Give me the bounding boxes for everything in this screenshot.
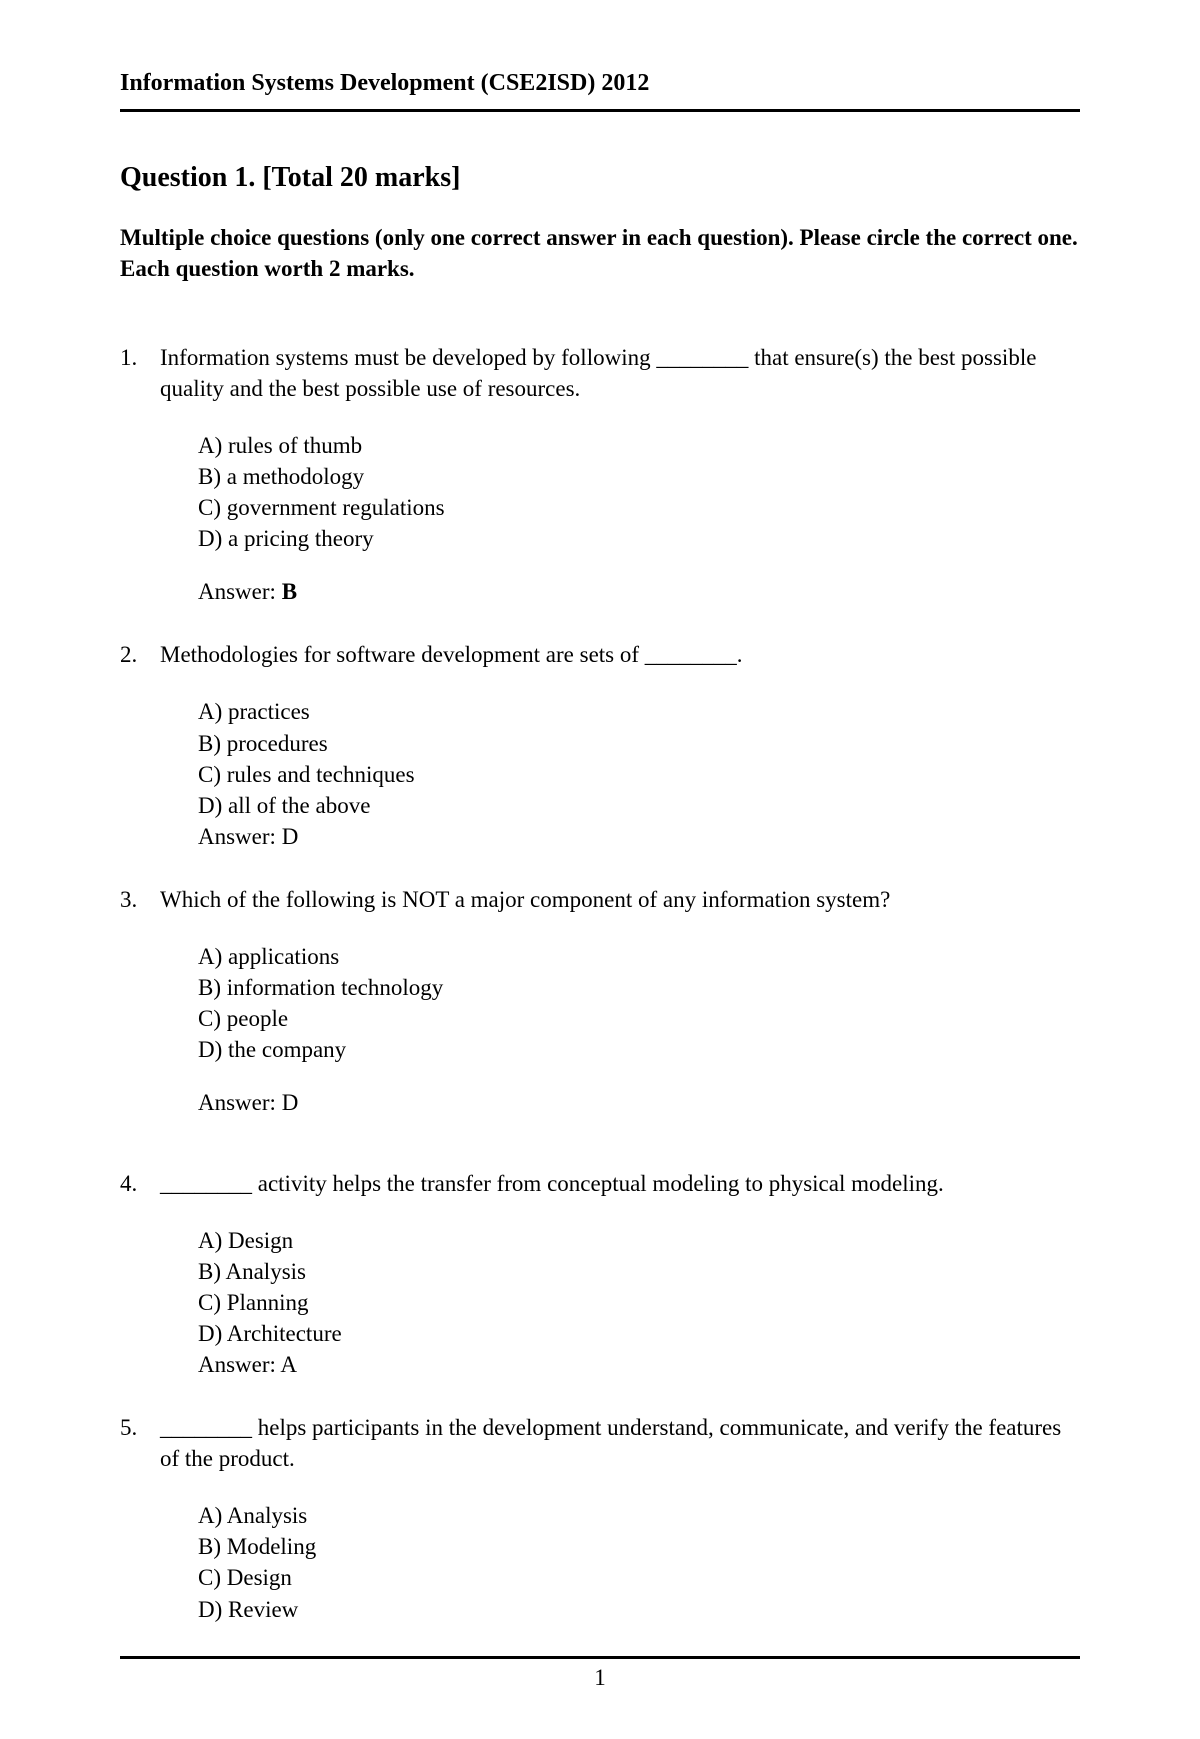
question-body: ________ activity helps the transfer fro… xyxy=(160,1168,1080,1380)
question-number: 2. xyxy=(120,639,160,851)
header-divider xyxy=(120,109,1080,112)
choice-b: B) Modeling xyxy=(198,1531,1080,1562)
choice-d: D) a pricing theory xyxy=(198,523,1080,554)
question-prompt: Information systems must be developed by… xyxy=(160,342,1080,404)
answer-line: Answer: A xyxy=(198,1349,1080,1380)
question-prompt: ________ helps participants in the devel… xyxy=(160,1412,1080,1474)
choice-c: C) government regulations xyxy=(198,492,1080,523)
choice-c: C) Planning xyxy=(198,1287,1080,1318)
answer-value: A xyxy=(280,1352,297,1377)
question-prompt: ________ activity helps the transfer fro… xyxy=(160,1168,1080,1199)
choice-a: A) Design xyxy=(198,1225,1080,1256)
choice-list: A) Design B) Analysis C) Planning D) Arc… xyxy=(160,1225,1080,1380)
answer-value: D xyxy=(282,824,299,849)
choice-list: A) applications B) information technolog… xyxy=(160,941,1080,1065)
question-number: 4. xyxy=(120,1168,160,1380)
choice-a: A) rules of thumb xyxy=(198,430,1080,461)
question-item-1: 1. Information systems must be developed… xyxy=(120,342,1080,607)
question-number: 1. xyxy=(120,342,160,607)
answer-prefix: Answer: xyxy=(198,579,282,604)
choice-b: B) Analysis xyxy=(198,1256,1080,1287)
question-item-2: 2. Methodologies for software developmen… xyxy=(120,639,1080,851)
choice-list: A) practices B) procedures C) rules and … xyxy=(160,696,1080,851)
footer-divider xyxy=(120,1656,1080,1659)
question-item-3: 3. Which of the following is NOT a major… xyxy=(120,884,1080,1118)
question-body: Methodologies for software development a… xyxy=(160,639,1080,851)
choice-d: D) Review xyxy=(198,1594,1080,1625)
question-prompt: Which of the following is NOT a major co… xyxy=(160,884,1080,915)
question-heading: Question 1. [Total 20 marks] xyxy=(120,162,1080,194)
choice-c: C) people xyxy=(198,1003,1080,1034)
question-item-4: 4. ________ activity helps the transfer … xyxy=(120,1168,1080,1380)
answer-value: D xyxy=(282,1090,299,1115)
answer-line: Answer: B xyxy=(160,576,1080,607)
choice-c: C) rules and techniques xyxy=(198,759,1080,790)
choice-list: A) Analysis B) Modeling C) Design D) Rev… xyxy=(160,1500,1080,1624)
choice-b: B) information technology xyxy=(198,972,1080,1003)
choice-d: D) all of the above xyxy=(198,790,1080,821)
choice-b: B) a methodology xyxy=(198,461,1080,492)
answer-value: B xyxy=(282,579,297,604)
question-number: 5. xyxy=(120,1412,160,1646)
answer-line: Answer: D xyxy=(198,821,1080,852)
question-number: 3. xyxy=(120,884,160,1118)
answer-prefix: Answer: xyxy=(198,824,282,849)
exam-page: Information Systems Development (CSE2ISD… xyxy=(0,0,1200,1739)
choice-a: A) applications xyxy=(198,941,1080,972)
answer-prefix: Answer: xyxy=(198,1090,282,1115)
question-item-5: 5. ________ helps participants in the de… xyxy=(120,1412,1080,1646)
page-header-title: Information Systems Development (CSE2ISD… xyxy=(120,70,1080,97)
answer-prefix: Answer: xyxy=(198,1352,280,1377)
choice-d: D) Architecture xyxy=(198,1318,1080,1349)
choice-b: B) procedures xyxy=(198,728,1080,759)
choice-c: C) Design xyxy=(198,1562,1080,1593)
choice-a: A) practices xyxy=(198,696,1080,727)
question-list: 1. Information systems must be developed… xyxy=(120,342,1080,1646)
question-prompt: Methodologies for software development a… xyxy=(160,639,1080,670)
choice-d: D) the company xyxy=(198,1034,1080,1065)
question-body: Which of the following is NOT a major co… xyxy=(160,884,1080,1118)
choice-a: A) Analysis xyxy=(198,1500,1080,1531)
page-number: 1 xyxy=(0,1665,1200,1691)
question-body: Information systems must be developed by… xyxy=(160,342,1080,607)
answer-line: Answer: D xyxy=(160,1087,1080,1118)
question-body: ________ helps participants in the devel… xyxy=(160,1412,1080,1646)
choice-list: A) rules of thumb B) a methodology C) go… xyxy=(160,430,1080,554)
instructions: Multiple choice questions (only one corr… xyxy=(120,222,1080,284)
